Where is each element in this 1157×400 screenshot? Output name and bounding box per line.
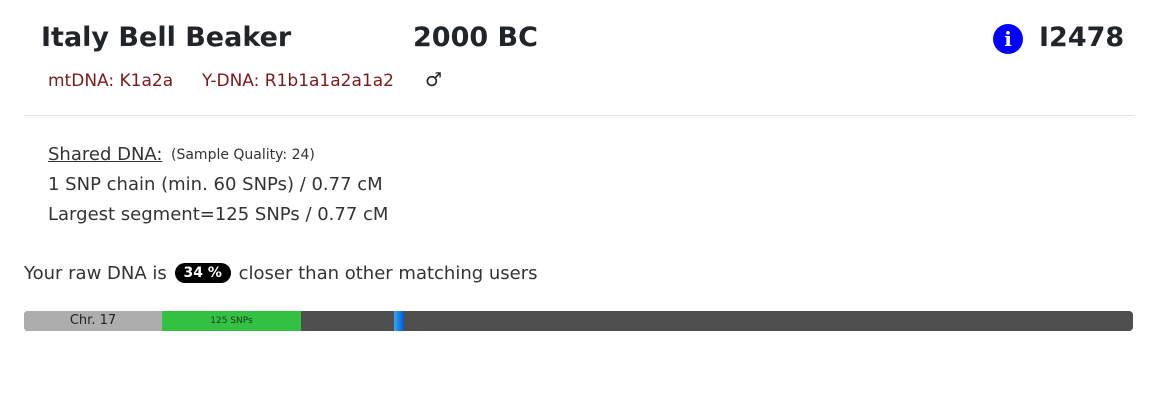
sample-date: 2000 BC <box>413 22 538 53</box>
raw-dna-suffix: closer than other matching users <box>238 263 538 284</box>
percent-badge: 34 % <box>174 263 231 283</box>
divider <box>24 115 1134 116</box>
ydna-haplogroup: Y-DNA: R1b1a1a2a1a2 <box>202 71 394 91</box>
sample-title: Italy Bell Beaker <box>41 22 292 53</box>
shared-segment[interactable]: 125 SNPs <box>162 311 301 331</box>
snp-chain-summary: 1 SNP chain (min. 60 SNPs) / 0.77 cM <box>48 174 383 195</box>
largest-segment-summary: Largest segment=125 SNPs / 0.77 cM <box>48 204 389 225</box>
male-icon: ♂ <box>425 69 443 91</box>
raw-dna-prefix: Your raw DNA is <box>24 263 167 284</box>
chromosome-label: Chr. 17 <box>24 311 162 331</box>
raw-dna-comparison: Your raw DNA is 34 % closer than other m… <box>24 263 538 284</box>
mtdna-haplogroup: mtDNA: K1a2a <box>48 71 174 91</box>
sample-id: I2478 <box>1039 22 1125 53</box>
segment-marker[interactable] <box>394 311 404 331</box>
shared-dna-label: Shared DNA: <box>48 144 163 165</box>
info-icon[interactable]: i <box>993 24 1023 54</box>
sample-quality: (Sample Quality: 24) <box>171 147 315 163</box>
chromosome-bar: Chr. 17 125 SNPs <box>24 311 1133 331</box>
